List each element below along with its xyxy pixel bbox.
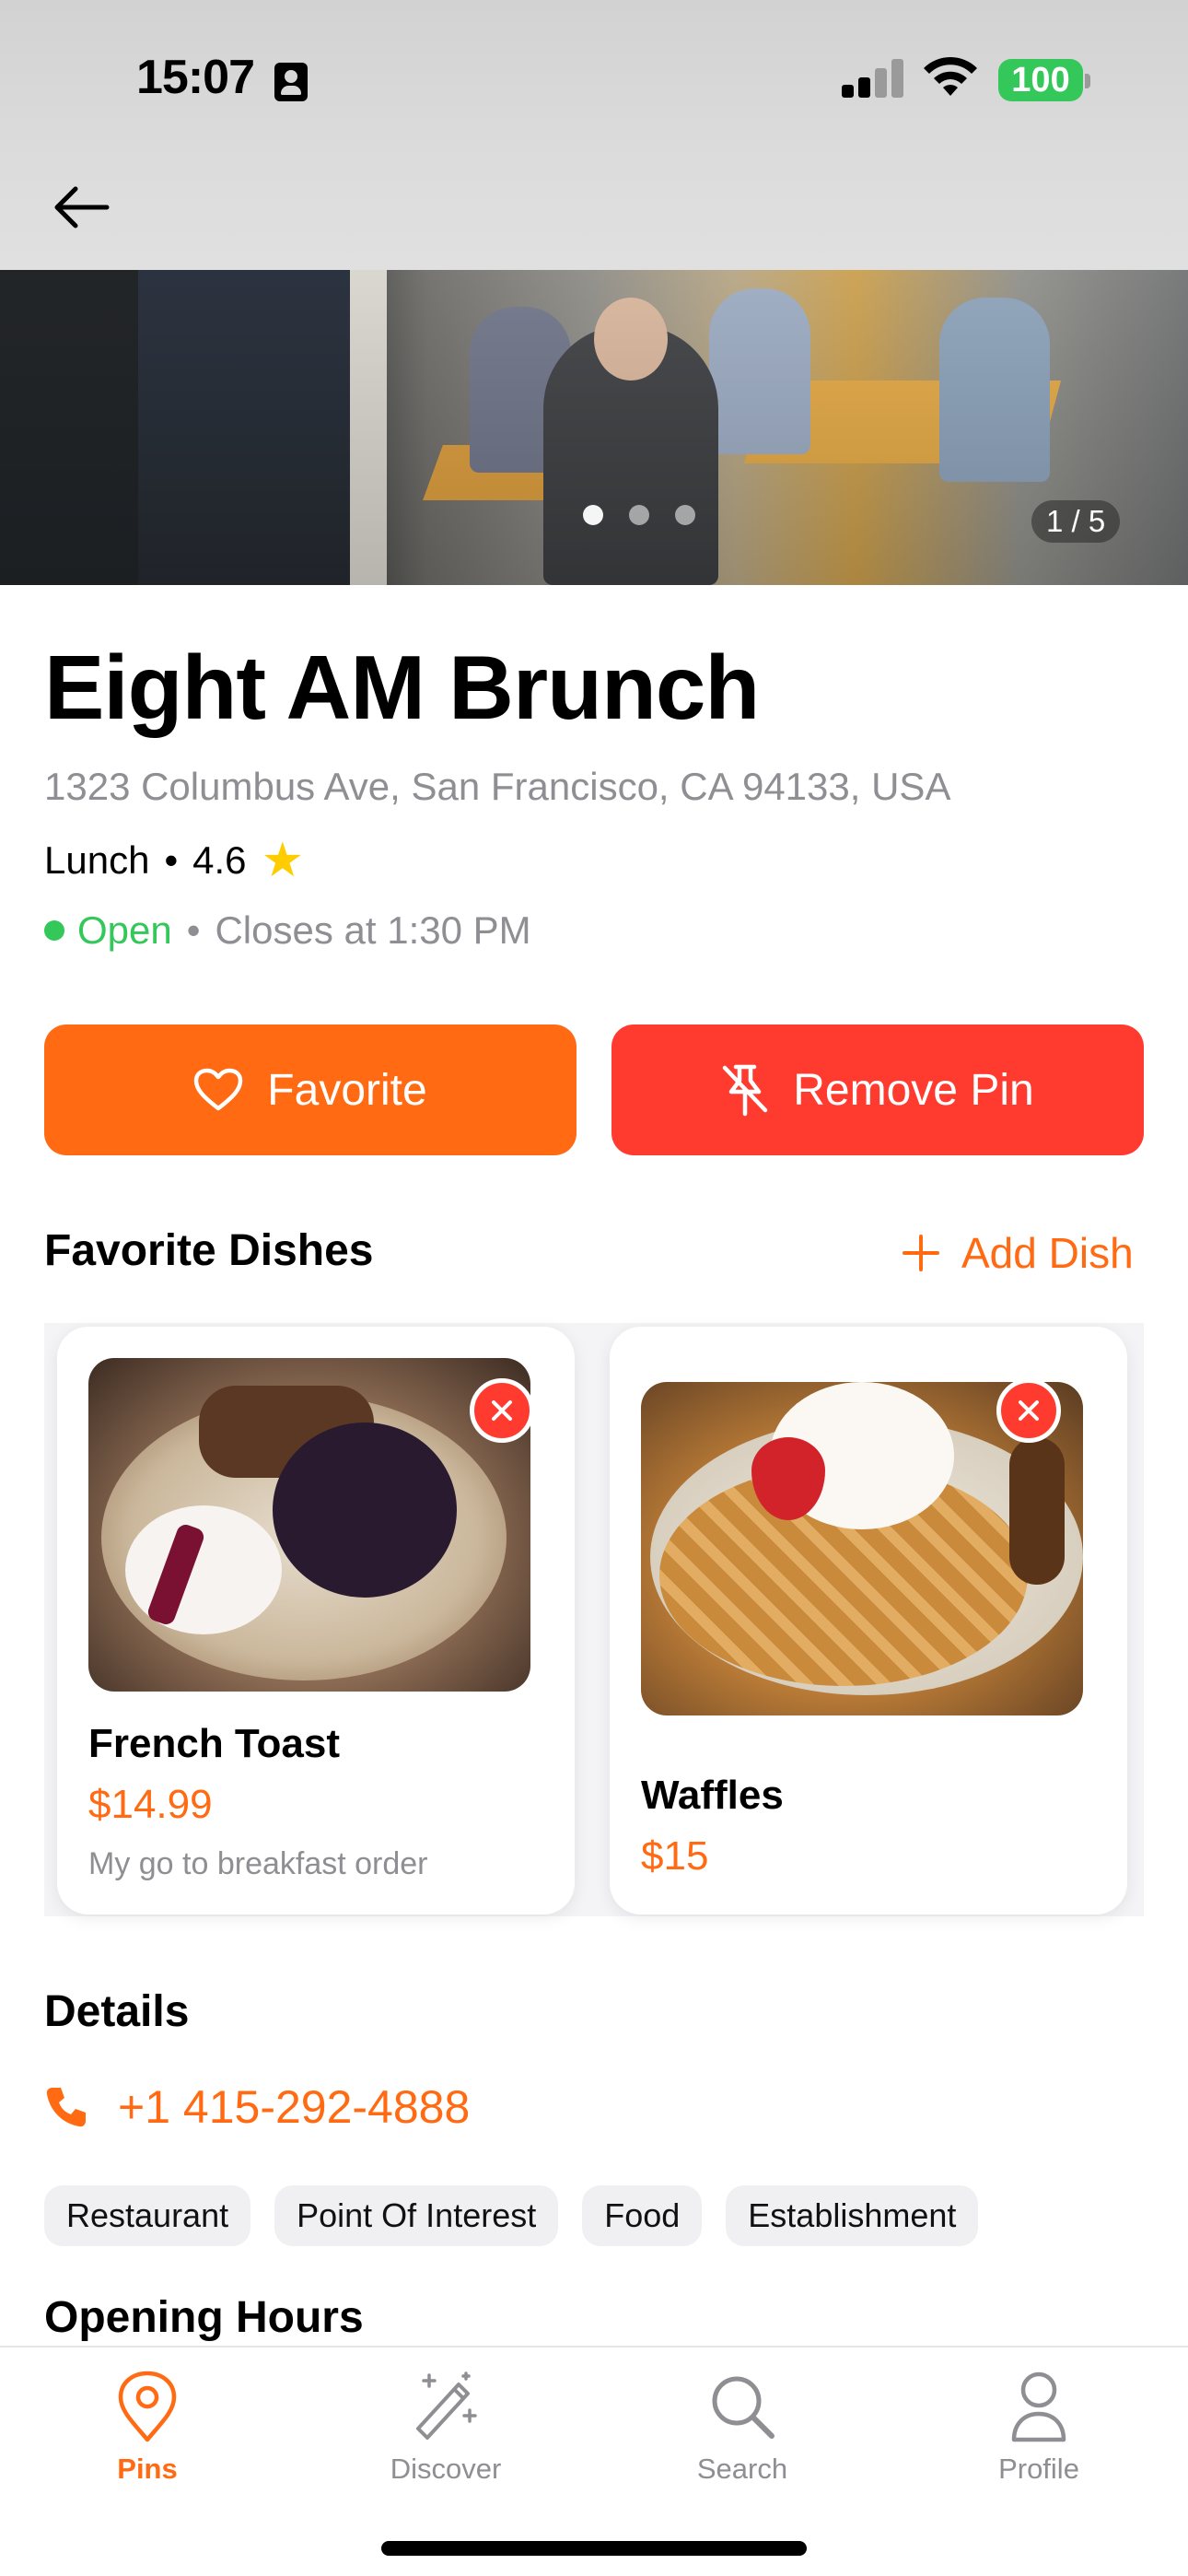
tab-discover[interactable]: Discover [354,2370,538,2486]
dish-photo-cream [125,1505,282,1634]
carousel-dot[interactable] [629,505,649,525]
dish-card[interactable]: Waffles $15 [610,1327,1127,1914]
details-title: Details [44,1987,190,2036]
dish-photo [88,1358,530,1692]
pin-off-icon [723,1064,768,1117]
place-category: Lunch [44,838,150,882]
battery-indicator: 100 [998,59,1083,101]
opening-hours-title: Opening Hours [44,2293,364,2342]
close-icon [1019,1400,1039,1421]
dish-note: My go to breakfast order [88,1846,428,1881]
tab-pins[interactable]: Pins [55,2370,239,2486]
tab-label: Discover [390,2453,502,2485]
category-tags: Restaurant Point Of Interest Food Establ… [44,2185,979,2246]
dish-card[interactable]: French Toast $14.99 My go to breakfast o… [57,1327,575,1914]
phone-icon [46,2088,86,2127]
favorite-button[interactable]: Favorite [44,1025,577,1155]
pin-icon [118,2371,177,2442]
tag-chip: Point Of Interest [274,2185,559,2246]
tab-profile[interactable]: Profile [947,2370,1131,2486]
remove-pin-button[interactable]: Remove Pin [611,1025,1144,1155]
favorite-button-label: Favorite [267,1065,427,1115]
photo-carousel[interactable]: 1 / 5 [0,270,1188,585]
contact-card-icon [274,63,308,101]
magic-wand-icon [416,2371,477,2440]
tab-label: Pins [117,2453,178,2485]
home-indicator[interactable] [381,2541,807,2556]
open-status-dot [44,920,64,941]
dish-photo-sausage [1009,1437,1065,1585]
phone-link[interactable]: +1 415-292-4888 [44,2080,470,2134]
plus-icon [903,1235,939,1271]
person-icon [1011,2371,1066,2442]
remove-dish-button[interactable] [996,1378,1061,1443]
favorite-dishes-title: Favorite Dishes [44,1226,374,1275]
add-dish-button[interactable]: Add Dish [903,1225,1134,1281]
tag-chip: Food [582,2185,703,2246]
remove-dish-button[interactable] [470,1378,534,1443]
carousel-dot[interactable] [583,505,603,525]
close-icon [492,1400,512,1421]
carousel-dot[interactable] [675,505,695,525]
dish-name: Waffles [641,1773,784,1818]
tab-search[interactable]: Search [650,2370,834,2486]
photo-counter: 1 / 5 [1031,500,1121,543]
open-status: Open • Closes at 1:30 PM [44,908,531,953]
cellular-signal-icon [842,57,906,98]
place-rating: 4.6 [192,838,247,882]
tag-chip: Restaurant [44,2185,251,2246]
wifi-icon [924,56,977,96]
place-title: Eight AM Brunch [44,637,760,738]
arrow-left-icon [54,186,110,228]
heart-icon [194,1068,243,1111]
back-button[interactable] [52,175,125,240]
dish-name: French Toast [88,1721,341,1766]
phone-number: +1 415-292-4888 [118,2081,471,2133]
battery-tip [1085,74,1090,88]
dish-price: $14.99 [88,1782,213,1827]
search-icon [712,2376,775,2439]
add-dish-label: Add Dish [961,1229,1134,1277]
place-meta: Lunch • 4.6 ★ [44,837,304,884]
carousel-page-dots[interactable] [583,505,695,525]
header-bar: 15:07 100 [0,0,1188,270]
tab-label: Search [696,2453,788,2485]
dish-photo-berries [273,1423,457,1598]
tab-label: Profile [998,2453,1079,2485]
star-icon: ★ [261,834,305,887]
open-label: Open [77,908,172,952]
tag-chip: Establishment [726,2185,979,2246]
remove-pin-button-label: Remove Pin [793,1065,1034,1115]
photo-shade [0,270,1188,585]
place-address: 1323 Columbus Ave, San Francisco, CA 941… [44,765,951,808]
dish-price: $15 [641,1833,709,1879]
closing-time: Closes at 1:30 PM [215,908,531,952]
meta-separator: • [164,838,179,882]
status-time: 15:07 [136,51,255,104]
status-separator: • [186,908,201,952]
